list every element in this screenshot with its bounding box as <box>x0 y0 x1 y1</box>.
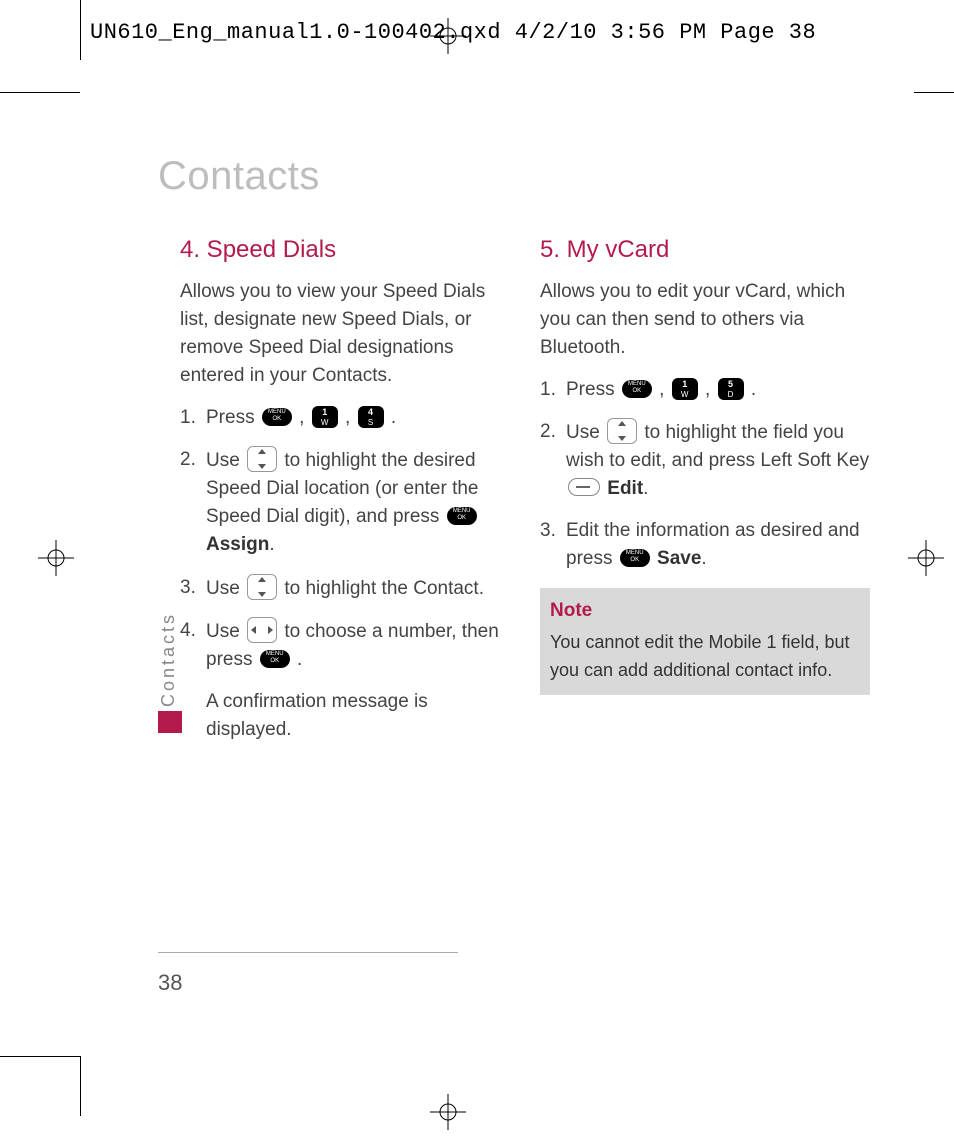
left-soft-key-icon <box>568 478 600 496</box>
key-4-icon: 4S <box>358 406 384 428</box>
step-2: 2. Use to highlight the field you wish t… <box>540 418 870 503</box>
step-text: . <box>701 548 706 569</box>
menu-ok-key-icon <box>620 549 650 567</box>
crop-mark <box>0 1056 80 1057</box>
nav-left-right-key-icon <box>247 617 277 643</box>
chapter-title: Contacts <box>158 154 320 199</box>
step-text: Press <box>566 379 620 400</box>
registration-mark-icon <box>430 1094 466 1130</box>
step-text: . <box>391 407 396 428</box>
step-4: 4. Use to choose a number, then press . <box>180 617 510 674</box>
step-number: 2. <box>540 418 566 503</box>
step-4-continuation: A confirmation message is displayed. <box>206 688 510 744</box>
side-tab-bar <box>158 711 182 733</box>
step-3: 3. Use to highlight the Contact. <box>180 574 510 603</box>
step-text: Use <box>206 621 245 642</box>
side-tab-label: Contacts <box>158 608 179 707</box>
step-text: Press <box>206 407 260 428</box>
nav-up-down-key-icon <box>247 446 277 472</box>
edit-label: Edit <box>607 478 643 499</box>
nav-up-down-key-icon <box>607 418 637 444</box>
step-number: 3. <box>540 517 566 573</box>
menu-ok-key-icon <box>622 380 652 398</box>
speed-dials-intro: Allows you to view your Speed Dials list… <box>180 278 510 390</box>
step-text: to highlight the Contact. <box>284 578 484 599</box>
crop-mark <box>80 1056 81 1116</box>
step-text: . <box>643 478 648 499</box>
left-column: 4. Speed Dials Allows you to view your S… <box>180 232 510 758</box>
step-text: , <box>659 379 670 400</box>
note-title: Note <box>550 596 860 625</box>
step-2: 2. Use to highlight the desired Speed Di… <box>180 446 510 559</box>
key-1-icon: 1W <box>312 406 338 428</box>
step-text: , <box>299 407 310 428</box>
key-5-icon: 5D <box>718 378 744 400</box>
crop-mark <box>0 92 80 93</box>
step-number: 2. <box>180 446 206 559</box>
menu-ok-key-icon <box>447 507 477 525</box>
step-1: 1. Press , 1W , 4S . <box>180 404 510 432</box>
menu-ok-key-icon <box>262 408 292 426</box>
step-text: . <box>269 534 274 555</box>
step-number: 4. <box>180 617 206 674</box>
registration-mark-icon <box>38 540 74 576</box>
print-slug: UN610_Eng_manual1.0-100402.qxd 4/2/10 3:… <box>90 20 816 45</box>
step-text: . <box>751 379 756 400</box>
step-text: , <box>345 407 356 428</box>
section-heading-speed-dials: 4. Speed Dials <box>180 232 510 268</box>
menu-ok-key-icon <box>260 650 290 668</box>
section-heading-my-vcard: 5. My vCard <box>540 232 870 268</box>
step-3: 3. Edit the information as desired and p… <box>540 517 870 573</box>
step-1: 1. Press , 1W , 5D . <box>540 376 870 404</box>
step-text: Edit the information as desired and pres… <box>566 520 860 569</box>
note-body: You cannot edit the Mobile 1 field, but … <box>550 629 860 685</box>
page-body: Contacts Contacts 4. Speed Dials Allows … <box>80 92 914 1056</box>
step-text: Use <box>206 578 245 599</box>
save-label: Save <box>657 548 701 569</box>
crop-mark <box>80 0 81 60</box>
right-column: 5. My vCard Allows you to edit your vCar… <box>540 232 870 758</box>
step-text: Use <box>206 450 245 471</box>
nav-up-down-key-icon <box>247 574 277 600</box>
note-box: Note You cannot edit the Mobile 1 field,… <box>540 588 870 695</box>
page-number: 38 <box>158 970 182 996</box>
vcard-intro: Allows you to edit your vCard, which you… <box>540 278 870 362</box>
key-1-icon: 1W <box>672 378 698 400</box>
step-text: , <box>705 379 716 400</box>
step-number: 1. <box>540 376 566 404</box>
crop-mark <box>914 92 954 93</box>
step-number: 3. <box>180 574 206 603</box>
step-number: 1. <box>180 404 206 432</box>
assign-label: Assign <box>206 534 269 555</box>
step-text: Use <box>566 422 605 443</box>
step-text: . <box>297 649 302 670</box>
